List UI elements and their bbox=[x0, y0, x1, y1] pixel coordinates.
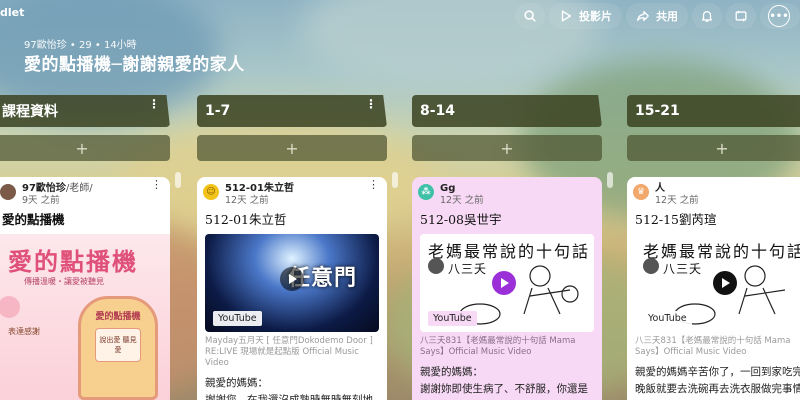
scroll-handle[interactable] bbox=[607, 172, 613, 188]
card-title: 512-15劉芮瑄 bbox=[635, 212, 717, 227]
play-button[interactable] bbox=[491, 271, 516, 295]
column-header[interactable]: 課程資料 ⋮ bbox=[0, 95, 170, 127]
post-card[interactable]: 97歐怡珍/老師/ 9天 之前 ⋮ 愛的點播機 愛的點播機 傳播溫暖・讓愛被聽見… bbox=[0, 177, 170, 400]
video-thumbnail[interactable]: 老媽最常說的十句話 八三夭 YouTube bbox=[420, 234, 594, 332]
author-name: 512-01朱立哲 bbox=[225, 183, 294, 194]
poster-inner-title: 愛的點播機 bbox=[95, 312, 141, 322]
remake-icon bbox=[735, 10, 747, 22]
play-button[interactable] bbox=[280, 267, 304, 292]
slideshow-label: 投影片 bbox=[579, 10, 612, 23]
post-body-2: 晚飯就要去洗碗再去洗衣服做完事情 bbox=[635, 383, 800, 395]
author-name: 97歐怡珍/老師/ bbox=[22, 183, 93, 194]
share-icon bbox=[637, 10, 649, 22]
board-meta: 97歐怡珍 • 29 • 14小時 bbox=[24, 40, 137, 51]
column-title: 8-14 bbox=[420, 103, 456, 119]
add-post-button[interactable]: + bbox=[412, 135, 602, 161]
column-menu-icon[interactable]: ⋮ bbox=[365, 98, 377, 110]
bell-icon bbox=[701, 10, 713, 22]
avatar: ⁂ bbox=[418, 184, 434, 200]
column-header[interactable]: 1-7 ⋮ bbox=[197, 95, 387, 127]
post-card[interactable]: ♛ 人 12天 之前 512-15劉芮瑄 老媽最常說的十句話 八三夭 YouTu… bbox=[627, 177, 800, 400]
youtube-tag: YouTube bbox=[428, 311, 477, 326]
post-body-2: 謝謝您，在我還沒成熟時無時無刻地 bbox=[205, 394, 373, 400]
post-time: 12天 之前 bbox=[655, 195, 699, 206]
post-time: 12天 之前 bbox=[225, 195, 269, 206]
poster-inner-card: 說出愛 聽見愛 bbox=[95, 328, 141, 362]
card-menu-icon[interactable]: ⋮ bbox=[368, 179, 379, 190]
youtube-tag: YouTube bbox=[213, 311, 262, 326]
video-caption: Mayday五月天 [ 任意門Dokodemo Door ] bbox=[205, 336, 373, 346]
play-button[interactable] bbox=[713, 271, 738, 295]
heart-icon bbox=[0, 296, 20, 318]
scroll-handle[interactable] bbox=[175, 172, 181, 188]
poster-image[interactable]: 愛的點播機 傳播溫暖・讓愛被聽見 表達感謝 愛的點播機 說出愛 聽見愛 bbox=[0, 234, 170, 400]
card-title: 512-08吳世宇 bbox=[420, 212, 502, 227]
video-caption-2: RE:LIVE 現場就是起點版 Official Music Video bbox=[205, 347, 359, 368]
notifications-button[interactable] bbox=[692, 3, 722, 29]
add-post-button[interactable]: + bbox=[0, 135, 170, 161]
video-thumbnail[interactable]: 老媽最常說的十句話 八三夭 YouTube bbox=[635, 234, 800, 332]
video-caption: 八三夭831【老媽最常說的十句話 Mama bbox=[635, 336, 791, 346]
poster-bullet: 表達感謝 bbox=[8, 327, 40, 336]
post-time: 12天 之前 bbox=[440, 195, 484, 206]
brand-logo[interactable]: dlet bbox=[0, 6, 24, 19]
card-header: ☺ 512-01朱立哲 12天 之前 ⋮ bbox=[197, 177, 387, 207]
post-body-2: 謝謝妳即使生病了、不舒服，你還是 bbox=[420, 383, 588, 395]
column-8-14: 8-14 + ⁂ Gg 12天 之前 512-08吳世宇 老媽最常說的十句話 八… bbox=[392, 95, 602, 400]
avatar: ☺ bbox=[203, 184, 219, 200]
column-1-7: 1-7 ⋮ + ☺ 512-01朱立哲 12天 之前 ⋮ 512-01朱立哲 任… bbox=[175, 95, 387, 400]
author-name: Gg bbox=[440, 183, 456, 194]
search-button[interactable] bbox=[515, 3, 545, 29]
more-icon: ••• bbox=[768, 5, 790, 27]
avatar: ♛ bbox=[633, 184, 649, 200]
board-title: 愛的點播機─謝謝親愛的家人 bbox=[24, 55, 245, 75]
post-card[interactable]: ☺ 512-01朱立哲 12天 之前 ⋮ 512-01朱立哲 任意門 YouTu… bbox=[197, 177, 387, 400]
share-button[interactable]: 共用 bbox=[626, 3, 688, 29]
search-icon bbox=[524, 10, 536, 22]
remake-button[interactable] bbox=[726, 3, 756, 29]
top-actions: 投影片 共用 ••• bbox=[515, 3, 800, 29]
post-card[interactable]: ⁂ Gg 12天 之前 512-08吳世宇 老媽最常說的十句話 八三夭 YouT… bbox=[412, 177, 602, 400]
column-course-materials: 課程資料 ⋮ + 97歐怡珍/老師/ 9天 之前 ⋮ 愛的點播機 愛的點播機 傳… bbox=[0, 95, 170, 400]
youtube-tag: YouTube bbox=[643, 311, 692, 326]
column-menu-icon[interactable]: ⋮ bbox=[148, 98, 160, 110]
play-icon bbox=[561, 10, 572, 22]
card-menu-icon[interactable]: ⋮ bbox=[151, 179, 162, 190]
top-bar: dlet 投影片 共用 ••• bbox=[0, 0, 800, 32]
card-header: 97歐怡珍/老師/ 9天 之前 ⋮ bbox=[0, 177, 170, 207]
video-caption-2: Says】Official Music Video bbox=[635, 347, 747, 357]
card-header: ♛ 人 12天 之前 bbox=[627, 177, 800, 207]
scroll-handle[interactable] bbox=[392, 172, 398, 188]
post-body: 親愛的媽媽： bbox=[205, 377, 268, 389]
column-header[interactable]: 15-21 bbox=[627, 95, 800, 127]
card-title: 愛的點播機 bbox=[2, 212, 65, 227]
card-title: 512-01朱立哲 bbox=[205, 212, 287, 227]
column-header[interactable]: 8-14 bbox=[412, 95, 602, 127]
post-body: 親愛的媽媽辛苦你了，一回到家吃完 bbox=[635, 366, 800, 378]
poster-subtitle: 傳播溫暖・讓愛被聽見 bbox=[24, 277, 104, 286]
author-name: 人 bbox=[655, 183, 665, 194]
share-label: 共用 bbox=[656, 10, 678, 23]
column-15-21: 15-21 + ♛ 人 12天 之前 512-15劉芮瑄 老媽最常說的十句話 八… bbox=[607, 95, 800, 400]
add-post-button[interactable]: + bbox=[197, 135, 387, 161]
video-thumbnail[interactable]: 任意門 YouTube bbox=[205, 234, 379, 332]
video-caption-2: Says】Official Music Video bbox=[420, 347, 532, 357]
column-title: 課程資料 bbox=[2, 104, 58, 120]
add-post-button[interactable]: + bbox=[627, 135, 800, 161]
slideshow-button[interactable]: 投影片 bbox=[549, 3, 622, 29]
column-title: 15-21 bbox=[635, 103, 680, 119]
more-button[interactable]: ••• bbox=[760, 3, 800, 29]
card-header: ⁂ Gg 12天 之前 bbox=[412, 177, 602, 207]
poster-title: 愛的點播機 bbox=[8, 247, 138, 276]
avatar bbox=[0, 184, 16, 200]
column-title: 1-7 bbox=[205, 103, 231, 119]
video-caption: 八三夭831【老媽最常說的十句話 Mama bbox=[420, 336, 576, 346]
post-body: 親愛的媽媽： bbox=[420, 366, 483, 378]
jukebox-illustration: 愛的點播機 說出愛 聽見愛 bbox=[78, 296, 158, 400]
post-time: 9天 之前 bbox=[22, 195, 60, 206]
